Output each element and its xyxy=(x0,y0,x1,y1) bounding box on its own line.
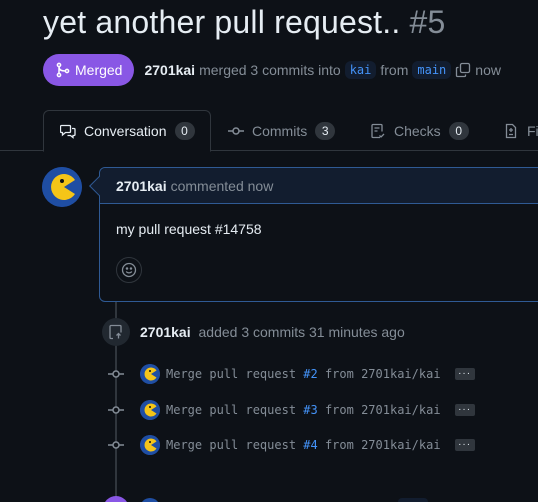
git-commit-icon xyxy=(108,437,124,453)
commit-sha-chip[interactable] xyxy=(398,498,428,502)
merge-time: now xyxy=(475,62,501,78)
avatar[interactable] xyxy=(42,167,82,207)
status-badge: Merged xyxy=(43,54,135,86)
pr-link[interactable]: #2 xyxy=(303,367,317,381)
tab-count: 0 xyxy=(174,122,195,140)
pr-meta: Merged 2701kai merged 3 commits into kai… xyxy=(43,54,501,86)
commit-row: Merge pull request #3 from 2701kai/kai ·… xyxy=(108,400,475,420)
tab-label: Fi xyxy=(527,122,538,139)
pr-number: #5 xyxy=(409,4,446,40)
tab-label: Commits xyxy=(252,122,308,139)
author-link[interactable]: 2701kai xyxy=(144,62,195,78)
tab-checks[interactable]: Checks 0 xyxy=(370,110,469,151)
tab-label: Conversation xyxy=(84,123,167,139)
comment-discussion-icon xyxy=(60,124,76,139)
copy-icon[interactable] xyxy=(455,62,471,78)
smiley-icon xyxy=(121,262,137,278)
pr-title: yet another pull request.. xyxy=(43,4,401,40)
comment-box: 2701kai commented now my pull request #1… xyxy=(89,167,538,302)
pr-link[interactable]: #3 xyxy=(303,403,317,417)
merge-text: merged 3 commits into xyxy=(199,62,341,78)
comment-body: my pull request #14758 xyxy=(116,221,262,237)
git-commit-icon xyxy=(228,126,244,135)
comment-author[interactable]: 2701kai xyxy=(116,178,167,194)
tab-label: Checks xyxy=(394,122,441,139)
git-commit-icon xyxy=(108,402,124,418)
git-commit-icon xyxy=(108,366,124,382)
event-description: added 3 commits 31 minutes ago xyxy=(198,324,405,340)
commit-message[interactable]: Merge pull request #4 from 2701kai/kai xyxy=(166,438,441,452)
file-diff-icon xyxy=(505,123,517,138)
commit-message[interactable]: Merge pull request #2 from 2701kai/kai xyxy=(166,367,441,381)
avatar[interactable] xyxy=(140,435,160,455)
head-branch[interactable]: main xyxy=(412,61,452,79)
avatar[interactable] xyxy=(140,498,160,502)
tab-count: 3 xyxy=(315,121,336,140)
avatar[interactable] xyxy=(140,364,160,384)
repo-push-icon xyxy=(109,324,122,340)
avatar[interactable] xyxy=(140,400,160,420)
tab-files[interactable]: Fi xyxy=(503,110,538,151)
expand-commit-button[interactable]: ··· xyxy=(454,439,475,451)
pr-tabs: Conversation 0 Commits 3 Checks 0 Fi xyxy=(0,110,538,152)
git-merge-icon xyxy=(56,62,70,78)
status-label: Merged xyxy=(75,62,123,78)
push-event-badge xyxy=(102,318,130,346)
tab-conversation[interactable]: Conversation 0 xyxy=(43,110,211,152)
comment-action: commented now xyxy=(170,177,274,194)
commit-row: Merge pull request #4 from 2701kai/kai ·… xyxy=(108,435,475,455)
add-reaction-button[interactable] xyxy=(116,257,142,283)
pr-link[interactable]: #4 xyxy=(303,438,317,452)
pr-title-row: yet another pull request.. #5 xyxy=(43,4,446,41)
base-branch[interactable]: kai xyxy=(344,61,377,79)
commit-row: Merge pull request #2 from 2701kai/kai ·… xyxy=(108,364,475,384)
tab-commits[interactable]: Commits 3 xyxy=(228,110,336,151)
comment-header: 2701kai commented now xyxy=(100,168,538,204)
checklist-icon xyxy=(371,123,385,138)
merged-event-badge xyxy=(103,496,129,502)
commit-message[interactable]: Merge pull request #3 from 2701kai/kai xyxy=(166,403,441,417)
expand-commit-button[interactable]: ··· xyxy=(454,404,475,416)
commits-event: 2701kai added 3 commits 31 minutes ago xyxy=(140,324,405,340)
from-text: from xyxy=(380,62,409,78)
expand-commit-button[interactable]: ··· xyxy=(454,368,475,380)
event-author[interactable]: 2701kai xyxy=(140,324,191,340)
tab-count: 0 xyxy=(448,121,469,140)
